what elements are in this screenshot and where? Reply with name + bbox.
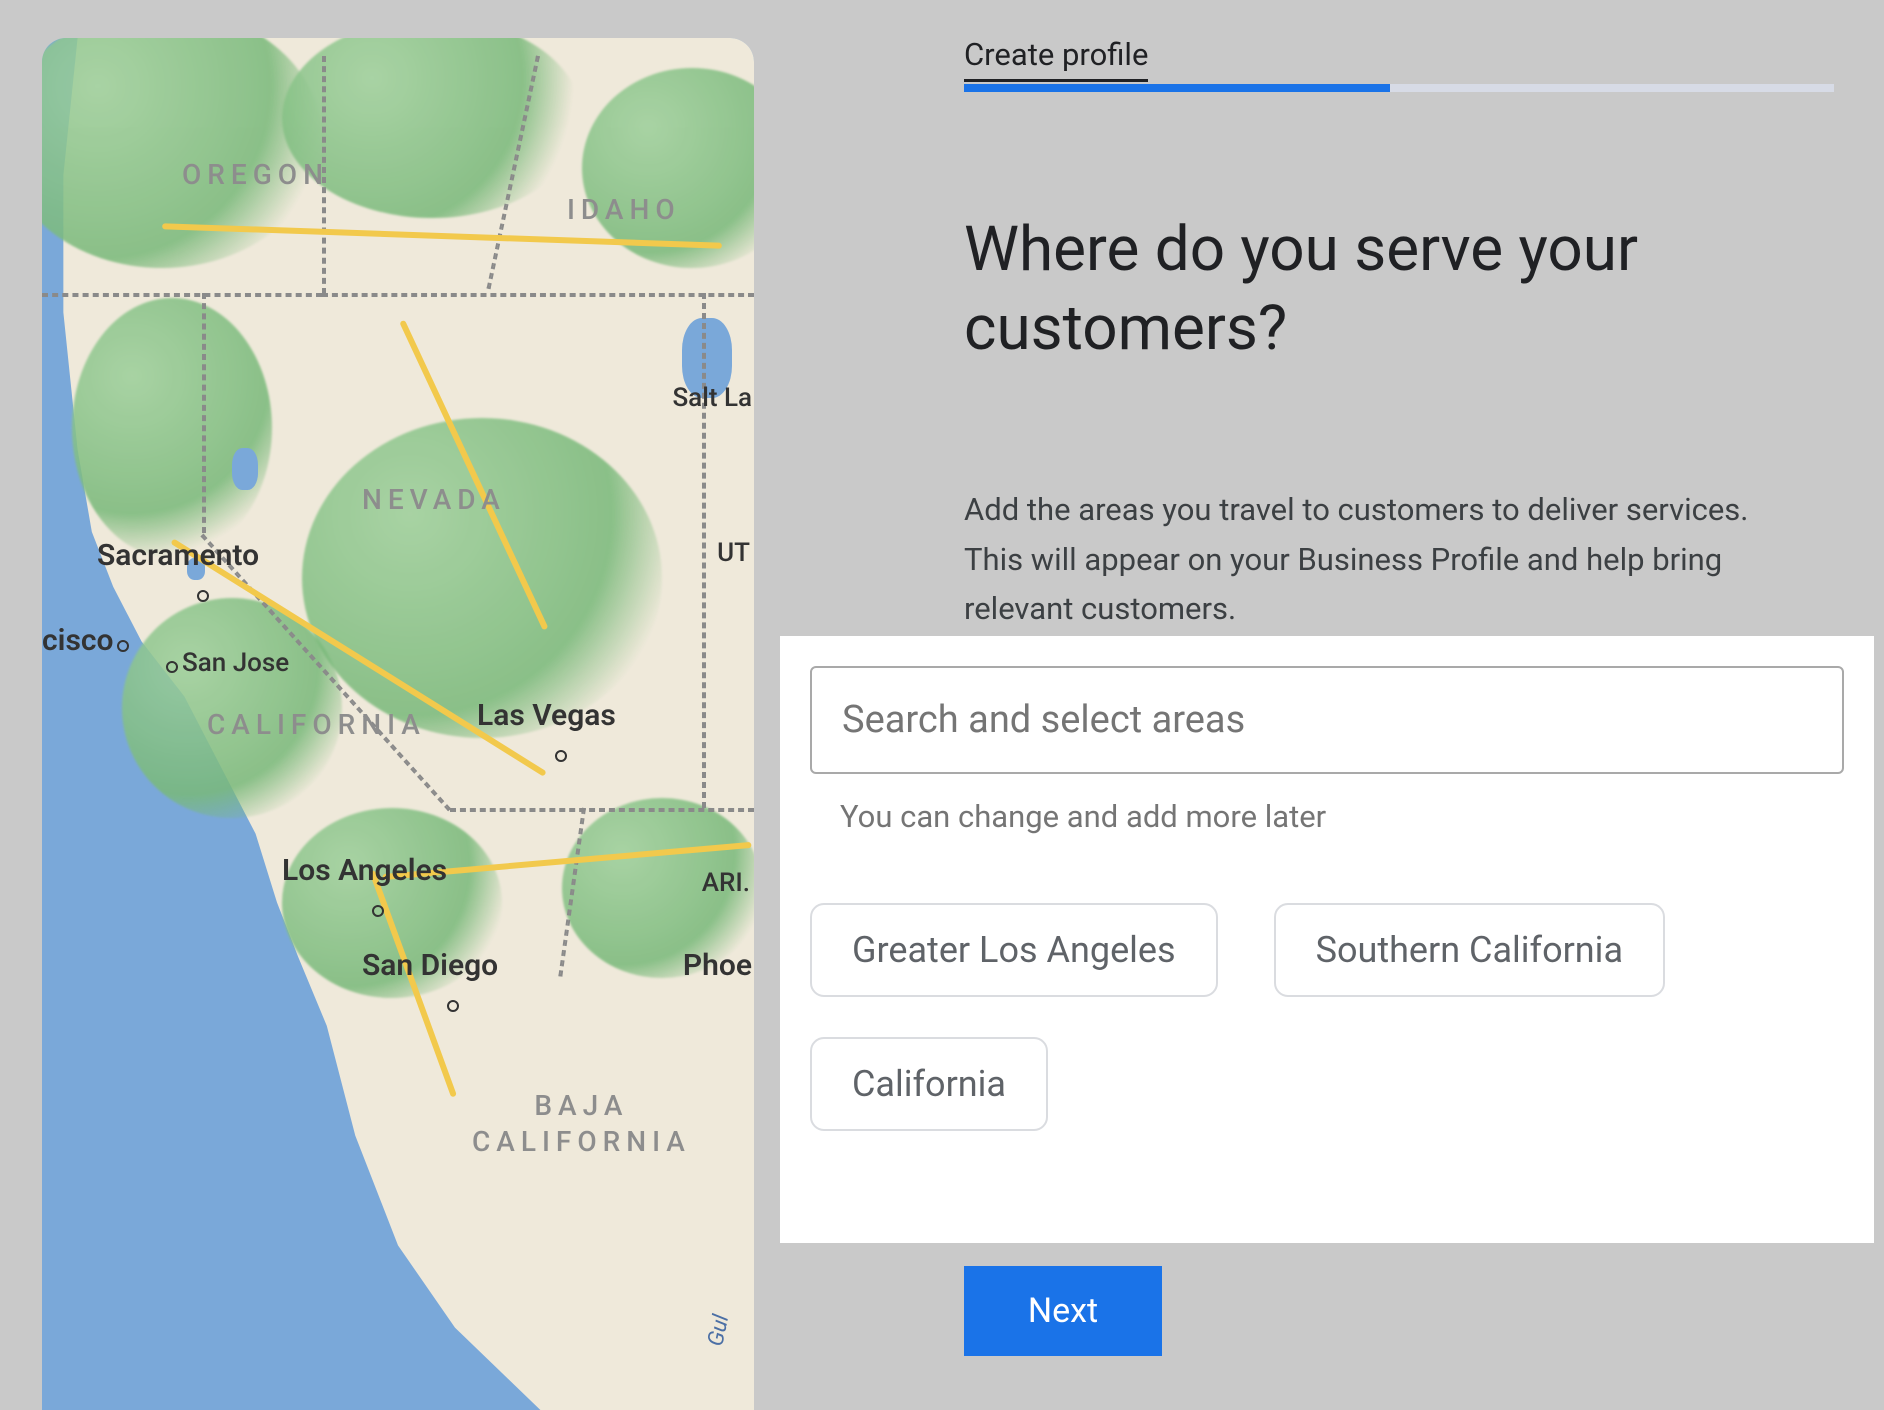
map-state-label: NEVADA — [362, 483, 506, 516]
progress-fill — [964, 84, 1390, 92]
map-city-label: Phoe — [683, 948, 752, 983]
page-heading: Where do you serve your customers? — [964, 210, 1794, 369]
step-label: Create profile — [964, 36, 1148, 82]
map-vegetation — [302, 418, 662, 738]
map-state-label-partial: ARI. — [702, 868, 750, 898]
map-vegetation — [72, 298, 272, 558]
map-lake — [232, 448, 258, 490]
map-state-label: OREGON — [182, 158, 329, 191]
area-search-input[interactable] — [810, 666, 1844, 774]
area-chip[interactable]: Southern California — [1274, 903, 1665, 997]
progress-bar — [964, 84, 1834, 92]
search-hint: You can change and add more later — [810, 798, 1844, 835]
map-city-label: San Diego — [362, 948, 498, 1018]
map-city-label: San Jose — [162, 648, 289, 678]
page-subtext: Add the areas you travel to customers to… — [964, 485, 1804, 634]
map-border — [322, 293, 754, 297]
area-chip[interactable]: California — [810, 1037, 1048, 1131]
map-city-label: Salt La — [672, 383, 752, 413]
service-area-map[interactable]: OREGON IDAHO NEVADA CALIFORNIA BAJACALIF… — [42, 38, 754, 1410]
map-state-label: IDAHO — [567, 193, 681, 226]
map-city-label: cisco — [42, 623, 133, 658]
map-border — [450, 808, 754, 812]
map-state-label-partial: UT — [717, 538, 750, 568]
map-border — [702, 293, 706, 808]
map-state-label: BAJACALIFORNIA — [472, 1088, 691, 1161]
map-state-label: CALIFORNIA — [207, 708, 426, 741]
suggested-areas: Greater Los Angeles Southern California … — [810, 903, 1844, 1131]
next-button[interactable]: Next — [964, 1266, 1162, 1356]
area-search-card: You can change and add more later Greate… — [780, 636, 1874, 1243]
map-city-label: Sacramento — [97, 538, 259, 608]
area-chip[interactable]: Greater Los Angeles — [810, 903, 1218, 997]
map-border — [42, 293, 322, 297]
map-border — [202, 293, 206, 533]
map-city-label: Las Vegas — [477, 698, 616, 768]
map-city-label: Los Angeles — [282, 853, 447, 923]
